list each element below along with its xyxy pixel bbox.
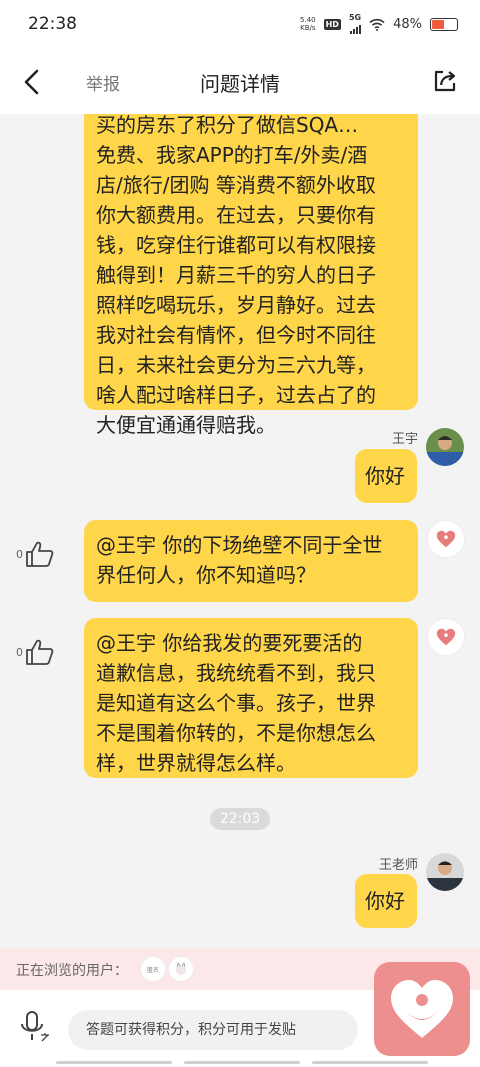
battery-icon	[430, 17, 458, 31]
network-signal: 5G	[349, 14, 361, 34]
message-line: 道歉信息，我统统看不到，我只	[96, 661, 376, 685]
hd-icon: HD	[323, 18, 341, 30]
message-line: 日，未来社会更分为三六九等，	[96, 353, 376, 377]
net-speed: 5.40 KB/s	[300, 16, 316, 32]
page-title: 问题详情	[200, 72, 280, 96]
message-bubble[interactable]: 买的房东了积分了做信SQA… 免费、我家APP的打车/外卖/酒 店/旅行/团购 …	[84, 114, 418, 437]
chat-area[interactable]: 买的房东了积分了做信SQA… 免费、我家APP的打车/外卖/酒 店/旅行/团购 …	[0, 114, 480, 948]
sender-name: 王老师	[378, 858, 418, 873]
message-line: 免费、我家APP的打车/外卖/酒	[96, 143, 368, 167]
answer-input[interactable]	[68, 1010, 358, 1050]
avatar[interactable]	[426, 428, 464, 466]
avatar[interactable]	[426, 853, 464, 891]
status-icons: 5.40 KB/s HD 5G 48%	[300, 14, 458, 34]
cat-icon	[176, 962, 186, 975]
message-bubble[interactable]: 你好	[355, 874, 417, 928]
status-time: 22:38	[28, 14, 77, 34]
message-line: 你大额费用。在过去，只要你有	[96, 203, 376, 227]
like-button[interactable]: 0	[16, 636, 62, 668]
status-bar: 22:38 5.40 KB/s HD 5G 48%	[0, 0, 480, 50]
message-line: 样，世界就得怎么样。	[96, 751, 296, 775]
message-line: 我对社会有情怀，但今时不同往	[96, 323, 376, 347]
message-line: @王宇 你的下场绝壁不同于全世	[96, 533, 383, 557]
timestamp: 22:03	[210, 808, 270, 830]
thumbs-up-icon	[26, 541, 54, 567]
net-speed-value: 5.40	[300, 16, 316, 24]
net-speed-unit: KB/s	[300, 24, 316, 32]
user-photo-icon	[426, 428, 464, 466]
message-line: 不是围着你转的，不是你想怎么	[96, 721, 376, 745]
sender-name: 王宇	[391, 432, 418, 447]
heart-avatar[interactable]	[427, 618, 465, 656]
voice-input-icon[interactable]	[16, 1008, 52, 1044]
signal-icon	[349, 22, 361, 34]
user-photo-icon	[426, 853, 464, 891]
message-line: 触得到！月薪三千的穷人的日子	[96, 263, 376, 287]
heart-logo-icon	[391, 980, 453, 1038]
heart-avatar[interactable]	[427, 520, 465, 558]
message-bubble[interactable]: 你好	[355, 449, 417, 503]
nav-bar: 举报 问题详情	[0, 50, 480, 114]
message-text: 你好	[365, 464, 405, 488]
message-text: 你好	[365, 889, 405, 913]
viewer-avatar[interactable]: 匿名	[140, 956, 166, 982]
message-line: 啥人配过啥样日子，过去占了的	[96, 383, 376, 407]
heart-logo-icon	[436, 628, 456, 646]
message-line: 店/旅行/团购 等消费不额外收取	[96, 173, 376, 197]
like-count: 0	[16, 645, 23, 659]
message-line: @王宇 你给我发的要死要活的	[96, 631, 363, 655]
heart-logo-icon	[436, 530, 456, 548]
message-bubble[interactable]: @王宇 你的下场绝壁不同于全世 界任何人，你不知道吗？	[84, 520, 418, 602]
gesture-bar	[312, 1061, 428, 1064]
battery-percent: 48%	[393, 16, 422, 32]
viewers-label: 正在浏览的用户：	[16, 963, 128, 979]
heart-fab-button[interactable]	[374, 962, 470, 1056]
viewer-avatar[interactable]	[168, 956, 194, 982]
message-line: 是知道有这么个事。孩子，世界	[96, 691, 376, 715]
network-type: 5G	[348, 13, 362, 22]
message-bubble[interactable]: @王宇 你给我发的要死要活的 道歉信息，我统统看不到，我只 是知道有这么个事。孩…	[84, 618, 418, 778]
thumbs-up-icon	[26, 639, 54, 665]
like-button[interactable]: 0	[16, 538, 62, 570]
message-line: 钱，吃穿住行谁都可以有权限接	[96, 233, 376, 257]
like-count: 0	[16, 547, 23, 561]
gesture-bar	[56, 1061, 172, 1064]
viewer-anon-label: 匿名	[146, 966, 159, 974]
share-icon[interactable]	[432, 68, 458, 94]
message-line: 照样吃喝玩乐，岁月静好。过去	[96, 293, 376, 317]
wifi-icon	[369, 18, 385, 31]
gesture-bar	[184, 1061, 300, 1064]
message-line: 界任何人，你不知道吗？	[96, 563, 316, 587]
message-line: 买的房东了积分了做信SQA…	[96, 114, 359, 137]
